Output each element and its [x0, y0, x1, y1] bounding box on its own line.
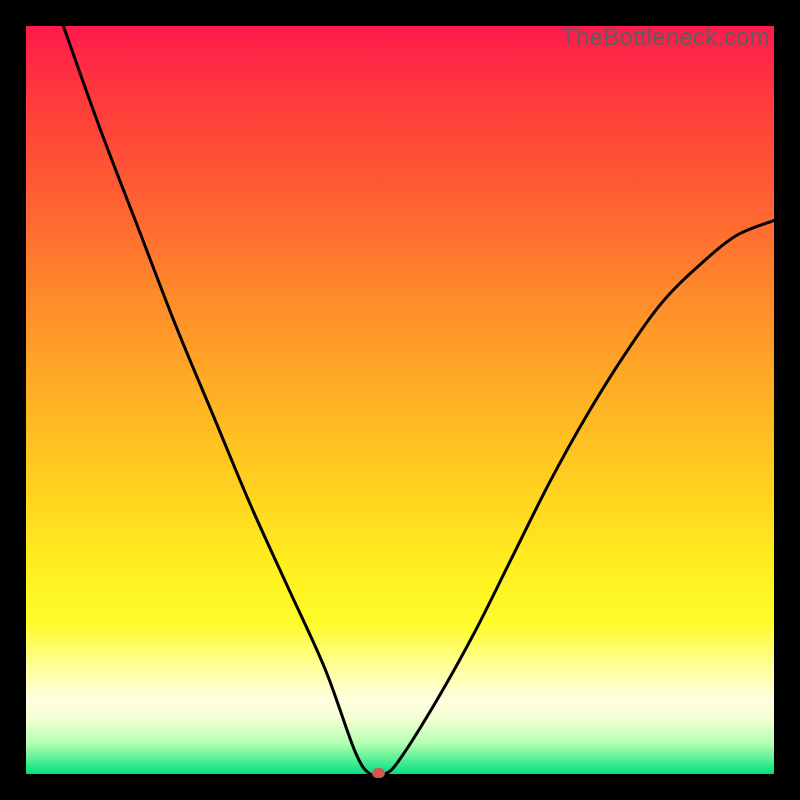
bottleneck-curve [26, 26, 774, 774]
optimum-marker [372, 768, 385, 778]
chart-frame: TheBottleneck.com [20, 20, 780, 780]
chart-plot-area: TheBottleneck.com [26, 26, 774, 774]
